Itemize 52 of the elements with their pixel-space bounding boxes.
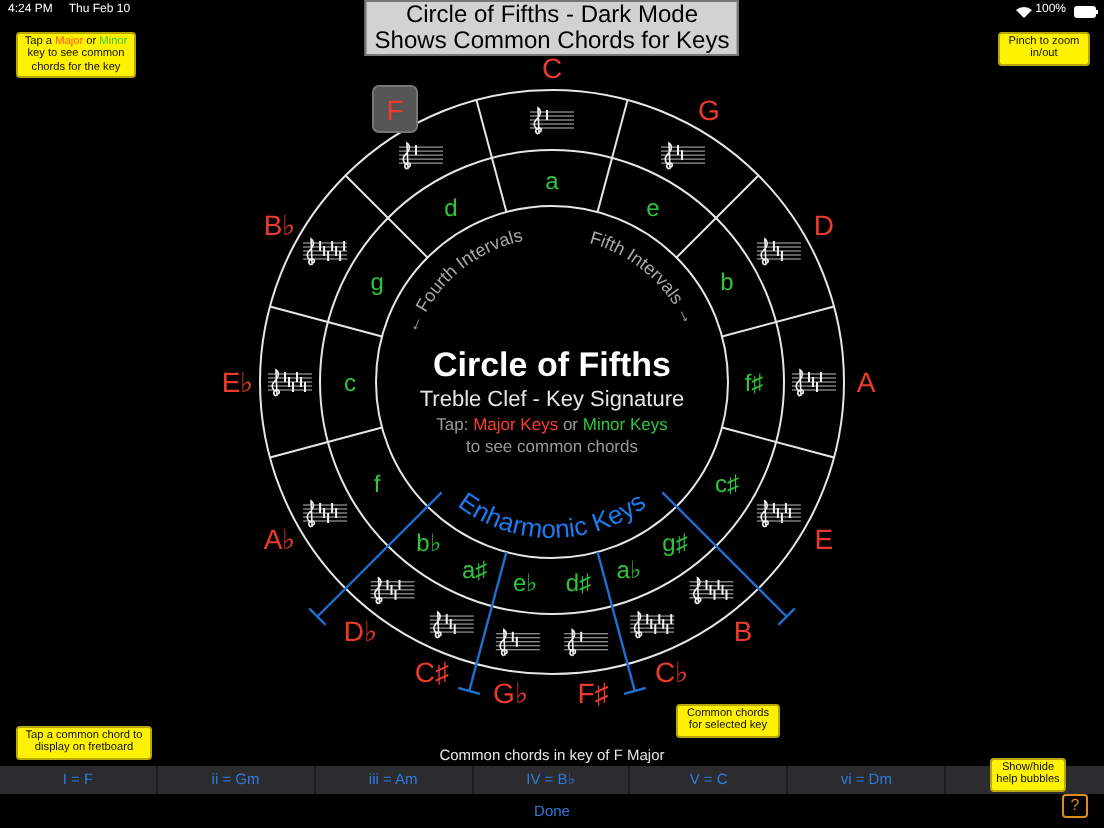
title-banner: Circle of Fifths - Dark Mode Shows Common Chords for Keys (364, 0, 740, 56)
major-key-button[interactable]: A♭ (263, 523, 297, 555)
minor-key-button[interactable]: g♯ (662, 529, 688, 558)
staff-icon (529, 107, 575, 135)
major-key-button[interactable]: G♭ (493, 677, 529, 710)
minor-key-button[interactable]: b♭ (416, 529, 442, 558)
circle-subtitle: Treble Clef - Key Signature (419, 388, 685, 412)
staff-icon (429, 611, 475, 639)
major-key-button[interactable]: B♭ (263, 209, 297, 241)
instruction-text: Tap: Major Keys or Minor Keys (436, 414, 668, 434)
staff-icon (756, 500, 802, 528)
help-button[interactable]: ? (1062, 794, 1088, 818)
staff-icon (495, 628, 541, 657)
staff-icon (267, 369, 313, 397)
staff-icon (660, 142, 706, 170)
major-key-button[interactable]: E (814, 523, 834, 555)
staff-icon (629, 611, 675, 639)
staff-icon (302, 238, 348, 266)
major-key-button[interactable]: B (733, 615, 753, 648)
minor-key-button[interactable]: f (373, 470, 381, 498)
major-key-button[interactable]: E♭ (221, 366, 255, 398)
minor-key-button[interactable]: f♯ (744, 369, 764, 397)
minor-key-button[interactable]: d♯ (565, 569, 592, 598)
battery-icon (1074, 5, 1098, 17)
major-key-button[interactable]: F♯ (577, 677, 609, 710)
minor-key-button[interactable]: c (344, 369, 356, 397)
staff-icon (689, 577, 734, 605)
staff-icon (370, 577, 415, 605)
staff-icon (563, 628, 609, 657)
staff-icon (398, 142, 444, 170)
major-key-button[interactable]: C♯ (414, 656, 449, 689)
wifi-icon (1015, 5, 1032, 17)
major-key-button[interactable]: C (541, 52, 563, 84)
minor-key-button[interactable]: b (720, 268, 734, 296)
minor-key-button[interactable]: d (444, 194, 458, 223)
minor-key-button[interactable]: a♯ (462, 555, 488, 584)
circle-title: Circle of Fifths (433, 346, 671, 384)
major-key-button[interactable]: C♭ (655, 656, 690, 689)
major-key-button[interactable]: G (698, 94, 720, 127)
major-key-button[interactable]: D (813, 209, 835, 241)
major-key-button[interactable]: A (856, 366, 876, 398)
staff-icon (302, 500, 348, 528)
staff-icon (791, 369, 837, 397)
instruction-text: to see common chords (466, 436, 638, 456)
minor-key-button[interactable]: e (646, 194, 660, 223)
staff-icon (756, 238, 802, 266)
major-key-button[interactable]: D♭ (343, 615, 378, 648)
minor-key-button[interactable]: e♭ (512, 569, 539, 598)
minor-key-button[interactable]: g (370, 268, 384, 296)
minor-key-button[interactable]: a (545, 167, 559, 195)
minor-key-button[interactable]: c♯ (714, 470, 739, 498)
minor-key-button[interactable]: a♭ (616, 555, 642, 584)
